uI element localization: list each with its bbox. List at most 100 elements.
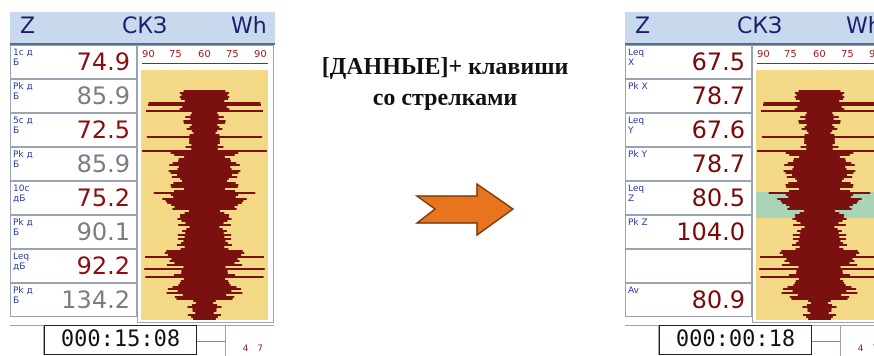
measurement-value: 80.5	[691, 184, 745, 212]
measurement-cell[interactable]: 5c дБ 72.5	[10, 113, 137, 147]
waveform-band	[182, 294, 227, 296]
waveform-band	[166, 292, 243, 294]
waveform-band	[801, 128, 838, 130]
measurement-cell[interactable]: Pk Z 104.0	[625, 215, 752, 249]
waveform-band	[190, 118, 219, 120]
measurement-cell[interactable]: Pk дБ 90.1	[10, 215, 137, 249]
mini-scale: 4 7	[197, 325, 274, 356]
waveform-band	[162, 198, 247, 200]
measurement-cell[interactable]: Leq Y 67.6	[625, 113, 752, 147]
waveform-band	[788, 196, 851, 198]
weighting-indicator: Wh	[231, 14, 267, 39]
waveform-band	[192, 308, 217, 310]
waveform-band	[795, 178, 844, 180]
waveform-band	[179, 214, 230, 216]
waveform-band	[189, 138, 220, 140]
waveform-band	[170, 184, 239, 186]
waveform-band	[173, 196, 236, 198]
waveform-band	[793, 158, 846, 160]
waveform-band	[780, 200, 859, 202]
waveform-band	[189, 126, 220, 128]
waveform-band	[178, 160, 231, 162]
measurement-cell[interactable]: Leq Z 80.5	[625, 181, 752, 215]
measurement-cell[interactable]: Pk дБ 85.9	[10, 79, 137, 113]
measurement-cell[interactable]: Leq X 67.5	[625, 45, 752, 79]
waveform-band	[181, 94, 228, 96]
waveform-band	[806, 316, 833, 318]
waveform-band	[183, 122, 226, 124]
measurement-cell[interactable]: Pk Y 78.7	[625, 147, 752, 181]
waveform-band	[176, 174, 233, 176]
waveform-band	[788, 182, 851, 184]
waveform-band	[192, 310, 217, 312]
waveform-band	[794, 92, 845, 94]
measurement-label: Pk X	[628, 82, 648, 92]
waveform-band	[807, 310, 832, 312]
mini-scale-line	[812, 341, 840, 342]
waveform-band	[147, 104, 262, 106]
measurement-label: Leq Y	[628, 116, 645, 136]
waveform-band	[183, 188, 226, 190]
measurement-label: 5c дБ	[13, 116, 33, 136]
waveform-band	[178, 158, 231, 160]
measurement-label: Pk дБ	[13, 82, 33, 102]
waveform-band	[804, 140, 835, 142]
waveform-band	[806, 304, 833, 306]
waveform-band	[171, 258, 238, 260]
elapsed-time: 000:15:08	[44, 325, 197, 355]
waveform-band	[181, 270, 228, 272]
waveform-band	[173, 274, 236, 276]
measurement-value: 75.2	[76, 184, 130, 212]
waveform-band	[169, 164, 240, 166]
waveform-band	[185, 222, 224, 224]
measurement-cell[interactable]: 1c дБ 74.9	[10, 45, 137, 79]
waveform-band	[185, 232, 224, 234]
waveform-graph	[141, 70, 268, 320]
waveform-band	[165, 200, 244, 202]
instruction-caption: [ДАННЫЕ]+ клавиши со стрелками	[321, 54, 569, 111]
waveform-band	[168, 170, 241, 172]
measurement-cell[interactable]	[625, 249, 752, 283]
waveform-band	[797, 294, 842, 296]
measurement-label: Pk Z	[628, 218, 648, 228]
waveform-band	[144, 268, 265, 270]
waveform-band	[180, 248, 229, 250]
measurement-cell[interactable]: Av 80.9	[625, 283, 752, 317]
waveform-band	[806, 112, 833, 114]
waveform-band	[786, 186, 853, 188]
waveform-band	[176, 244, 233, 246]
waveform-band	[796, 272, 843, 274]
waveform-band	[173, 190, 236, 192]
footer-spacer	[10, 325, 44, 355]
waveform-band	[193, 132, 216, 134]
waveform-band	[779, 252, 860, 254]
waveform-band	[186, 128, 223, 130]
screen-footer: 000:15:08 4 7	[10, 325, 274, 356]
waveform-band	[777, 198, 862, 200]
waveform-band	[760, 110, 874, 112]
waveform-band	[801, 228, 838, 230]
waveform-band	[794, 282, 845, 284]
waveform-band	[184, 156, 225, 158]
waveform-band	[789, 154, 850, 156]
measurement-cell[interactable]: 10c дБ 75.2	[10, 181, 137, 215]
waveform-band	[174, 296, 235, 298]
waveform-band	[181, 220, 228, 222]
waveform-band	[166, 250, 243, 252]
waveform-band	[181, 272, 228, 274]
waveform-band	[798, 266, 841, 268]
waveform-band	[805, 114, 834, 116]
waveform-band	[177, 168, 232, 170]
scale-tick: 90	[869, 49, 874, 60]
measurement-cell[interactable]: Pk дБ 134.2	[10, 283, 137, 317]
waveform-band	[799, 100, 840, 102]
measurement-cell[interactable]: Leq дБ 92.2	[10, 249, 137, 283]
waveform-band	[171, 204, 238, 206]
measurement-cell[interactable]: Pk X 78.7	[625, 79, 752, 113]
waveform-band	[760, 256, 874, 258]
waveform-band	[148, 102, 261, 104]
waveform-band	[145, 110, 264, 112]
waveform-band	[193, 300, 216, 302]
waveform-band	[794, 214, 845, 216]
measurement-cell[interactable]: Pk дБ 85.9	[10, 147, 137, 181]
